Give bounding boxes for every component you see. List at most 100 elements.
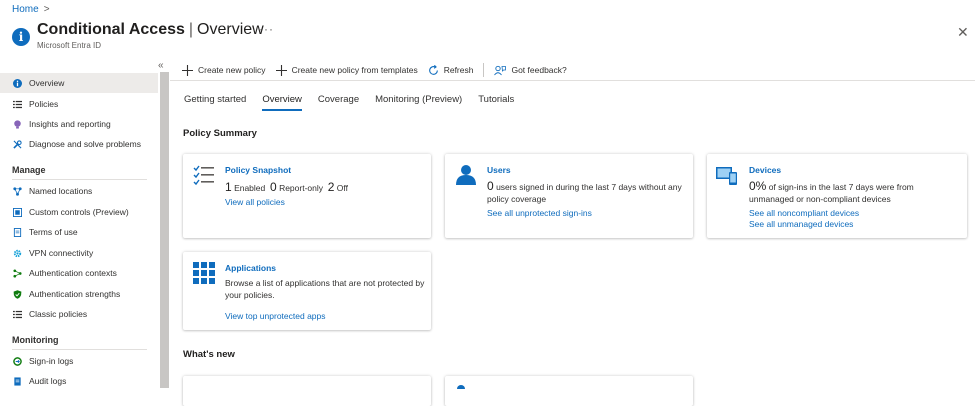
sidebar-item-label: Insights and reporting (29, 119, 111, 129)
users-card: Users 0 users signed in during the last … (445, 154, 693, 238)
users-summary: 0 users signed in during the last 7 days… (487, 180, 687, 205)
tab-monitoring[interactable]: Monitoring (Preview) (375, 94, 462, 109)
list-icon (13, 100, 22, 108)
sidebar-item-label: Terms of use (29, 227, 78, 237)
signin-icon (13, 356, 22, 366)
create-policy-button[interactable]: Create new policy (182, 64, 266, 76)
chevron-right-icon: > (43, 4, 50, 15)
breadcrumb-home-link[interactable]: Home (12, 4, 39, 15)
network-icon (13, 186, 22, 196)
applications-card: Applications Browse a list of applicatio… (183, 252, 431, 330)
sidebar-item-insights[interactable]: Insights and reporting (0, 114, 158, 134)
sidebar-item-label: Named locations (29, 186, 93, 196)
more-options-icon[interactable]: ··· (259, 22, 274, 36)
tab-coverage[interactable]: Coverage (318, 94, 359, 109)
reportonly-count: 0 (270, 180, 277, 194)
apps-grid-icon (193, 262, 215, 284)
refresh-icon (428, 64, 438, 75)
users-title[interactable]: Users (487, 165, 511, 175)
feedback-label: Got feedback? (511, 65, 567, 75)
sidebar-item-signin-logs[interactable]: Sign-in logs (0, 351, 158, 371)
whats-new-card (445, 376, 693, 406)
divider (12, 179, 147, 180)
refresh-label: Refresh (443, 65, 474, 75)
sidebar-item-label: VPN connectivity (29, 248, 94, 258)
sidebar-item-label: Diagnose and solve problems (29, 139, 141, 149)
audit-icon (14, 376, 21, 386)
policy-counts: 1 Enabled 0 Report-only 2 Off (225, 181, 348, 194)
feedback-icon (494, 65, 507, 75)
view-all-policies-link[interactable]: View all policies (225, 197, 285, 208)
page-title: Conditional Access | Overview (37, 21, 264, 38)
sidebar-item-classic-policies[interactable]: Classic policies (0, 304, 158, 324)
devices-icon (716, 167, 737, 185)
tab-bar: Getting started Overview Coverage Monito… (184, 94, 530, 111)
whats-new-heading: What's new (183, 349, 235, 360)
users-text: users signed in during the last 7 days w… (487, 182, 682, 204)
unprotected-signins-link[interactable]: See all unprotected sign-ins (487, 208, 592, 219)
sidebar-item-overview[interactable]: Overview (0, 73, 158, 93)
checklist-icon (193, 165, 214, 186)
enabled-count: 1 (225, 180, 232, 194)
unprotected-apps-link[interactable]: View top unprotected apps (225, 311, 326, 322)
sidebar-item-vpn-connectivity[interactable]: VPN connectivity (0, 243, 158, 263)
sidebar-item-label: Overview (29, 78, 65, 88)
applications-text: Browse a list of applications that are n… (225, 278, 425, 300)
toolbar-divider-line (170, 80, 975, 81)
sidebar-item-label: Sign-in logs (29, 356, 74, 366)
create-policy-label: Create new policy (198, 65, 266, 75)
manage-heading: Manage (12, 165, 46, 175)
collapse-sidebar-button[interactable]: « (158, 60, 164, 71)
noncompliant-devices-link[interactable]: See all noncompliant devices (749, 208, 859, 219)
sidebar-item-label: Custom controls (Preview) (29, 207, 129, 217)
wrench-icon (13, 139, 22, 149)
whats-new-card (183, 376, 431, 406)
info-icon (13, 78, 22, 88)
sidebar-item-policies[interactable]: Policies (0, 94, 158, 114)
devices-title[interactable]: Devices (749, 165, 781, 175)
shield-icon (13, 289, 22, 299)
sidebar-item-audit-logs[interactable]: Audit logs (0, 371, 158, 391)
sidebar-item-label: Audit logs (29, 376, 67, 386)
sidebar-item-auth-contexts[interactable]: Authentication contexts (0, 263, 158, 283)
devices-text: of sign-ins in the last 7 days were from… (749, 182, 914, 204)
feedback-button[interactable]: Got feedback? (494, 65, 567, 76)
breadcrumb: Home > (12, 4, 50, 15)
info-icon: i (12, 28, 30, 46)
page-subtitle: Microsoft Entra ID (37, 41, 102, 50)
sidebar-item-named-locations[interactable]: Named locations (0, 181, 158, 201)
tab-overview[interactable]: Overview (262, 94, 302, 111)
sidebar-item-label: Authentication contexts (29, 268, 117, 278)
off-label: Off (336, 183, 348, 193)
context-icon (13, 268, 22, 278)
tab-tutorials[interactable]: Tutorials (478, 94, 514, 109)
devices-percent: 0% (749, 179, 767, 193)
policy-snapshot-title[interactable]: Policy Snapshot (225, 165, 291, 175)
refresh-button[interactable]: Refresh (428, 64, 474, 76)
toolbar-divider (483, 63, 485, 77)
user-icon (456, 165, 476, 185)
create-from-templates-label: Create new policy from templates (291, 65, 418, 75)
devices-summary: 0% of sign-ins in the last 7 days were f… (749, 180, 949, 205)
sidebar-item-custom-controls[interactable]: Custom controls (Preview) (0, 202, 158, 222)
devices-card: Devices 0% of sign-ins in the last 7 day… (707, 154, 967, 238)
create-from-templates-button[interactable]: Create new policy from templates (275, 64, 418, 76)
user-icon (457, 385, 465, 389)
sidebar-item-auth-strengths[interactable]: Authentication strengths (0, 284, 158, 304)
controls-icon (13, 207, 22, 217)
close-icon[interactable]: ✕ (957, 24, 969, 41)
enabled-label: Enabled (234, 183, 266, 193)
plus-icon (275, 64, 287, 76)
unmanaged-devices-link[interactable]: See all unmanaged devices (749, 219, 853, 230)
gear-icon (13, 249, 22, 257)
lightbulb-icon (14, 119, 21, 129)
sidebar-item-terms-of-use[interactable]: Terms of use (0, 222, 158, 242)
sidebar-scrollbar[interactable] (160, 72, 169, 388)
users-count: 0 (487, 179, 494, 193)
sidebar-item-label: Classic policies (29, 309, 88, 319)
reportonly-label: Report-only (279, 183, 323, 193)
applications-title[interactable]: Applications (225, 263, 276, 273)
tab-getting-started[interactable]: Getting started (184, 94, 246, 109)
sidebar-item-diagnose[interactable]: Diagnose and solve problems (0, 134, 158, 154)
monitoring-heading: Monitoring (12, 335, 59, 345)
